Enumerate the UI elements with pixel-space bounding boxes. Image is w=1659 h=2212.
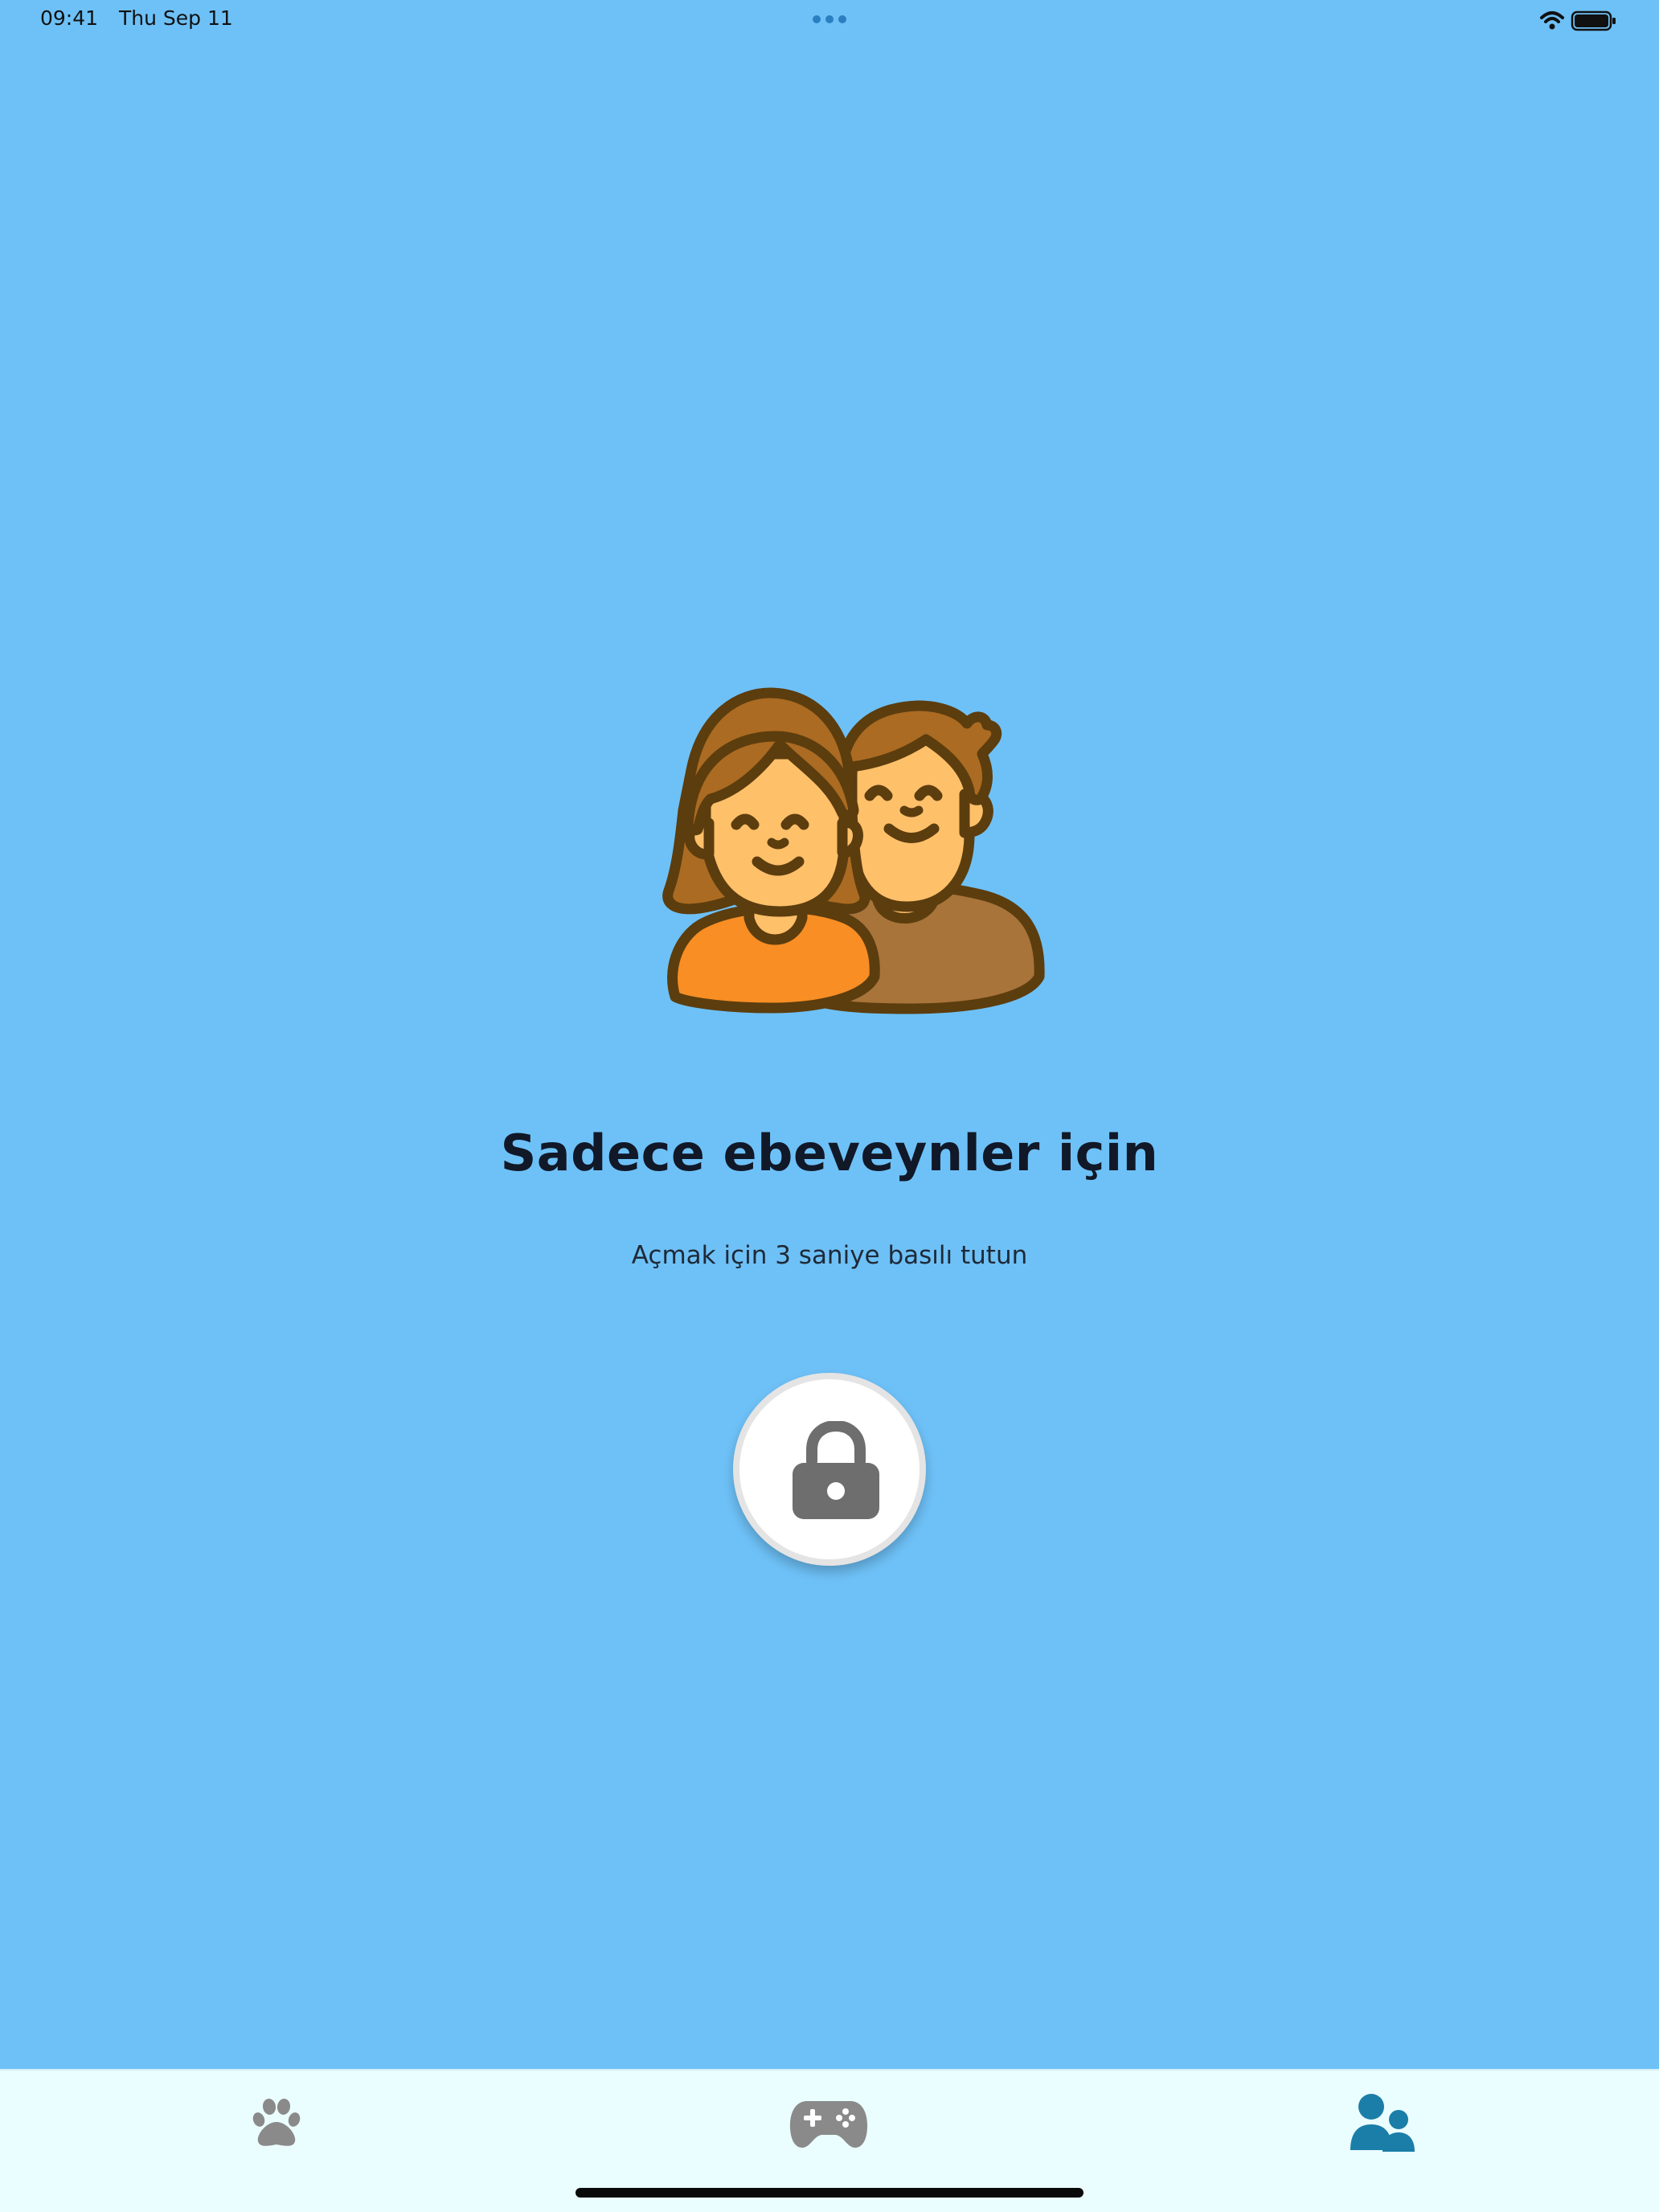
status-icons — [1540, 10, 1616, 31]
lock-icon — [793, 1421, 879, 1519]
status-time: 09:41 — [40, 6, 99, 30]
page-title: Sadece ebeveynler için — [500, 1124, 1159, 1182]
battery-icon — [1571, 10, 1616, 31]
two-people-avatar-icon — [662, 687, 1045, 1014]
gamepad-icon — [789, 2101, 868, 2148]
hold-to-unlock-hint: Açmak için 3 saniye basılı tutun — [631, 1241, 1028, 1270]
parents-screen: Sadece ebeveynler için Açmak için 3 sani… — [0, 0, 1659, 2212]
tab-parents[interactable] — [1302, 2071, 1463, 2175]
status-date: Thu Sep 11 — [119, 6, 233, 30]
unlock-hold-button[interactable] — [733, 1373, 926, 1566]
parents-icon — [1350, 2094, 1415, 2152]
more-dots-icon[interactable] — [811, 11, 848, 27]
wifi-icon — [1540, 11, 1564, 30]
status-bar: 09:41 Thu Sep 11 — [0, 0, 1659, 39]
paw-icon — [252, 2099, 301, 2146]
main-content: Sadece ebeveynler için Açmak için 3 sani… — [0, 0, 1659, 2069]
tab-pets[interactable] — [196, 2071, 357, 2175]
status-datetime: 09:41 Thu Sep 11 — [40, 6, 233, 30]
home-indicator[interactable] — [576, 2188, 1083, 2198]
tab-games[interactable] — [748, 2071, 909, 2175]
